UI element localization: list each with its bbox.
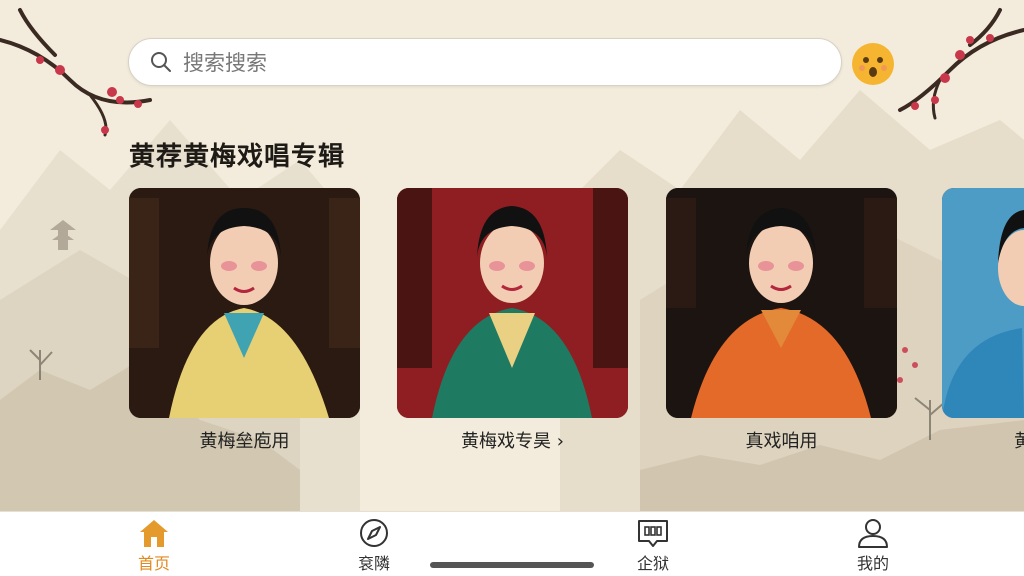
person-icon bbox=[858, 519, 888, 548]
tab-label: 袞隣 bbox=[357, 554, 390, 573]
album-card[interactable] bbox=[129, 188, 360, 418]
tab-label: 企狱 bbox=[636, 554, 669, 573]
compass-icon bbox=[360, 519, 388, 547]
album-card-label[interactable]: 真戏咱用 bbox=[666, 427, 897, 453]
home-indicator[interactable] bbox=[430, 562, 594, 568]
search-bar[interactable]: 搜索搜索 bbox=[128, 38, 842, 86]
search-icon bbox=[151, 52, 171, 72]
album-card-label[interactable]: 黄 bbox=[942, 427, 1024, 453]
tab-label: 首页 bbox=[137, 554, 170, 573]
section-title: 黄荐黄梅戏唱专辑 bbox=[129, 142, 346, 172]
album-card[interactable] bbox=[397, 188, 628, 418]
tab-discover[interactable]: 袞隣 bbox=[334, 518, 414, 574]
tab-home[interactable]: 首页 bbox=[114, 518, 194, 574]
tab-profile[interactable]: 我的 bbox=[833, 518, 913, 574]
tab-label: 我的 bbox=[856, 554, 889, 573]
performer-portrait bbox=[129, 188, 360, 418]
album-card-label[interactable]: 黄梅戏专昊 › bbox=[397, 427, 628, 453]
home-icon bbox=[140, 520, 168, 547]
album-card[interactable] bbox=[666, 188, 897, 418]
album-card[interactable] bbox=[942, 188, 1024, 418]
search-placeholder: 搜索搜索 bbox=[183, 51, 267, 75]
performer-portrait bbox=[397, 188, 628, 418]
message-icon bbox=[638, 520, 668, 547]
avatar-icon[interactable] bbox=[851, 42, 895, 86]
album-card-label[interactable]: 黄梅垒庖用 bbox=[129, 427, 360, 453]
performer-portrait bbox=[942, 188, 1024, 418]
performer-portrait bbox=[666, 188, 897, 418]
tab-messages[interactable]: 企狱 bbox=[613, 518, 693, 574]
